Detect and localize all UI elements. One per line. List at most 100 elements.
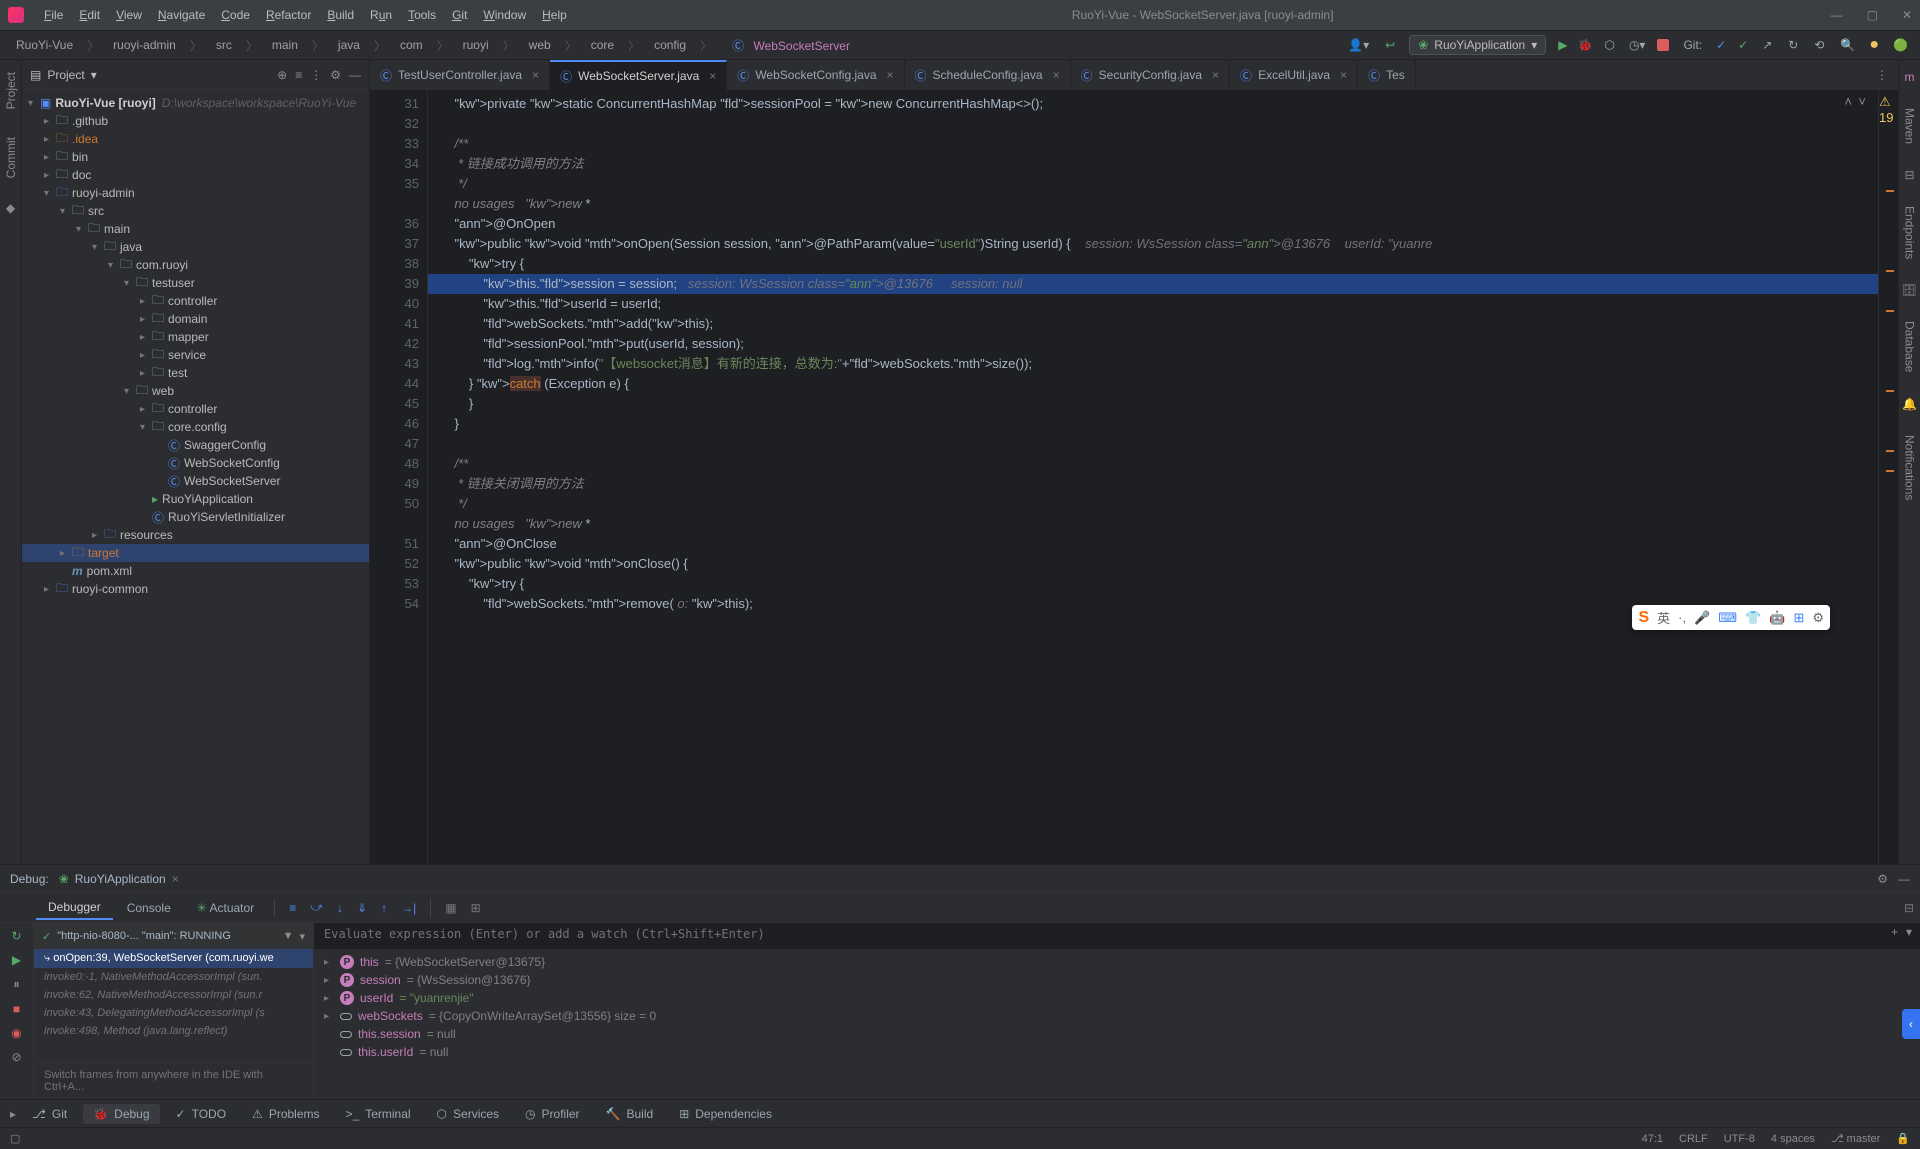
editor-tab[interactable]: ⒸExcelUtil.java×: [1230, 60, 1358, 90]
rerun-icon[interactable]: ↻: [11, 929, 21, 943]
thread-label[interactable]: "http-nio-8080-... "main": RUNNING: [57, 930, 276, 942]
tool-notifications[interactable]: Notifications: [1901, 429, 1919, 506]
pause-icon[interactable]: ⏸: [13, 977, 19, 992]
endpoints-icon[interactable]: ⊟: [1904, 168, 1914, 182]
git-history-icon[interactable]: ↻: [1786, 36, 1800, 54]
stack-frame[interactable]: invoke0:-1, NativeMethodAccessorImpl (su…: [34, 968, 313, 986]
tree-item[interactable]: mpom.xml: [22, 562, 369, 580]
tab-actuator[interactable]: ✳ Actuator: [185, 897, 266, 919]
avatar-icon[interactable]: 🟢: [1891, 36, 1910, 54]
warning-mark[interactable]: [1886, 310, 1894, 312]
tabs-more-icon[interactable]: ⋮: [1866, 68, 1898, 82]
status-indent[interactable]: 4 spaces: [1771, 1133, 1815, 1145]
toolwin-build[interactable]: 🔨Build: [596, 1104, 664, 1124]
step-out-icon[interactable]: ↑: [375, 897, 393, 919]
variable-row[interactable]: ▸P session = {WsSession@13676}: [320, 971, 1914, 989]
variable-row[interactable]: ▸P this = {WebSocketServer@13675}: [320, 953, 1914, 971]
crumb[interactable]: config: [648, 36, 692, 54]
git-commit-icon[interactable]: ✓: [1738, 38, 1748, 52]
menu-navigate[interactable]: Navigate: [150, 4, 213, 26]
ime-gear-icon[interactable]: ⚙: [1812, 610, 1824, 626]
chevron-down-icon[interactable]: ˅: [1858, 94, 1866, 109]
tree-item[interactable]: ⒸWebSocketConfig: [22, 454, 369, 472]
tree-item[interactable]: ▸🗀controller: [22, 292, 369, 310]
tree-item[interactable]: ▸🗀mapper: [22, 328, 369, 346]
toolwin-debug[interactable]: 🐞Debug: [83, 1104, 159, 1124]
tree-item[interactable]: ▸🗀doc: [22, 166, 369, 184]
commit-icon[interactable]: ◆: [6, 201, 15, 215]
tree-item[interactable]: ⒸWebSocketServer: [22, 472, 369, 490]
code-body[interactable]: "kw">private "kw">static ConcurrentHashM…: [428, 90, 1878, 864]
breakpoints-icon[interactable]: ◉: [11, 1026, 21, 1040]
stack-frame[interactable]: invoke:43, DelegatingMethodAccessorImpl …: [34, 1004, 313, 1022]
ime-lang[interactable]: 英: [1657, 608, 1670, 627]
menu-edit[interactable]: Edit: [71, 4, 108, 26]
expand-icon[interactable]: ≡: [295, 68, 302, 82]
crumb[interactable]: core: [585, 36, 620, 54]
toolwin-terminal[interactable]: >_Terminal: [336, 1104, 421, 1124]
dropdown-icon[interactable]: ▾: [299, 930, 305, 943]
tool-maven[interactable]: Maven: [1901, 102, 1919, 150]
status-encoding[interactable]: UTF-8: [1724, 1133, 1755, 1145]
tree-item[interactable]: ▾🗀ruoyi-admin: [22, 184, 369, 202]
toolwin-git[interactable]: ⎇Git: [22, 1104, 77, 1124]
settings-icon[interactable]: ⚙: [330, 68, 341, 82]
stack-frame[interactable]: invoke:62, NativeMethodAccessorImpl (sun…: [34, 986, 313, 1004]
menu-code[interactable]: Code: [213, 4, 258, 26]
locate-icon[interactable]: ⊕: [277, 68, 287, 82]
warning-mark[interactable]: [1886, 450, 1894, 452]
add-watch-icon[interactable]: +: [1891, 925, 1898, 939]
toolwin-services[interactable]: ⬡Services: [427, 1104, 510, 1124]
tree-item[interactable]: ▾🗀web: [22, 382, 369, 400]
crumb[interactable]: main: [266, 36, 304, 54]
menu-file[interactable]: File: [36, 4, 71, 26]
tree-item[interactable]: ⒸRuoYiServletInitializer: [22, 508, 369, 526]
resume-icon[interactable]: ▶: [12, 953, 21, 967]
tree-item[interactable]: ▸RuoYiApplication: [22, 490, 369, 508]
warning-mark[interactable]: [1886, 390, 1894, 392]
git-push-icon[interactable]: ↗: [1760, 36, 1774, 54]
tool-project[interactable]: Project: [2, 66, 20, 115]
hide-icon[interactable]: —: [349, 68, 361, 82]
warning-mark[interactable]: [1886, 470, 1894, 472]
evaluate-input[interactable]: Evaluate expression (Enter) or add a wat…: [314, 923, 1920, 949]
stack-frame[interactable]: ⤷ onOpen:39, WebSocketServer (com.ruoyi.…: [34, 949, 313, 968]
gear-icon[interactable]: ⚙: [1877, 872, 1888, 886]
error-stripe[interactable]: ⚠ 19 ˄ ˅: [1878, 90, 1898, 864]
evaluate-icon[interactable]: ▦: [439, 897, 462, 919]
run-config-selector[interactable]: ❀ RuoYiApplication ▾: [1409, 35, 1546, 55]
crumb[interactable]: web: [523, 36, 557, 54]
user-icon[interactable]: 👤▾: [1346, 36, 1371, 54]
tool-database[interactable]: Database: [1901, 315, 1919, 378]
git-rollback-icon[interactable]: ⟲: [1812, 36, 1826, 54]
crumb[interactable]: ruoyi: [457, 36, 495, 54]
collapse-icon[interactable]: ⋮: [310, 68, 322, 82]
status-lock-icon[interactable]: 🔒: [1896, 1132, 1910, 1145]
stop-icon[interactable]: ■: [13, 1002, 20, 1016]
tree-root[interactable]: ▾▣ RuoYi-Vue [ruoyi]D:\workspace\workspa…: [22, 94, 369, 112]
run-icon[interactable]: ▶: [1558, 38, 1567, 52]
dropdown-icon[interactable]: ▾: [1906, 925, 1912, 939]
step-over-icon[interactable]: ≡: [283, 897, 302, 919]
editor-tab[interactable]: ⒸTes: [1358, 60, 1416, 90]
ime-keyboard-icon[interactable]: ⌨: [1718, 610, 1737, 626]
minimize-icon[interactable]: —: [1831, 8, 1843, 22]
tree-item[interactable]: ▾🗀main: [22, 220, 369, 238]
step-into-icon[interactable]: ↓: [331, 897, 349, 919]
tree-item[interactable]: ▸🗀.idea: [22, 130, 369, 148]
menu-git[interactable]: Git: [444, 4, 475, 26]
menu-view[interactable]: View: [108, 4, 150, 26]
crumb[interactable]: ruoyi-admin: [107, 36, 182, 54]
editor-tab[interactable]: ⒸSecurityConfig.java×: [1071, 60, 1230, 90]
tree-item[interactable]: ▸🗀bin: [22, 148, 369, 166]
variables-list[interactable]: ▸P this = {WebSocketServer@13675}▸P sess…: [314, 949, 1920, 1099]
coverage-icon[interactable]: ⬡: [1602, 36, 1616, 54]
stack-frame[interactable]: invoke:498, Method (java.lang.reflect): [34, 1022, 313, 1040]
editor-tab[interactable]: ⒸWebSocketServer.java×: [550, 60, 727, 90]
trace-icon[interactable]: ⊞: [465, 897, 487, 919]
editor-tab[interactable]: ⒸTestUserController.java×: [370, 60, 550, 90]
tree-item[interactable]: ⒸSwaggerConfig: [22, 436, 369, 454]
variable-row[interactable]: this.session = null: [320, 1025, 1914, 1043]
ime-bot-icon[interactable]: 🤖: [1769, 610, 1785, 626]
ime-mic-icon[interactable]: 🎤: [1694, 610, 1710, 626]
